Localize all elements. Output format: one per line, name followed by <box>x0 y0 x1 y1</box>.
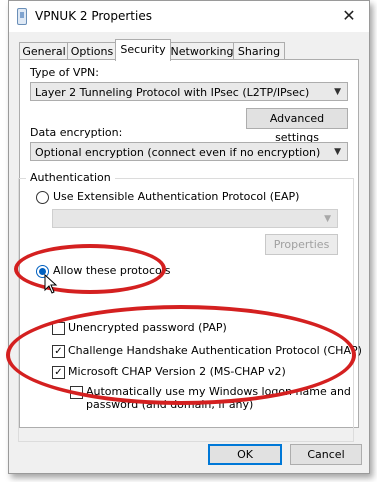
pap-checkbox[interactable] <box>52 322 65 335</box>
window-title: VPNUK 2 Properties <box>35 9 152 23</box>
eap-radio[interactable] <box>36 191 49 204</box>
autologon-label-line1[interactable]: Automatically use my Windows logon name … <box>86 385 351 398</box>
vpn-type-select[interactable]: Layer 2 Tunneling Protocol with IPsec (L… <box>30 82 348 101</box>
eap-select: ▼ <box>52 209 338 228</box>
tab-options[interactable]: Options <box>67 42 117 60</box>
tab-security[interactable]: Security <box>115 39 171 61</box>
tab-networking[interactable]: Networking <box>169 42 235 60</box>
ok-button[interactable]: OK <box>208 444 282 465</box>
chap-label[interactable]: Challenge Handshake Authentication Proto… <box>68 344 362 357</box>
tab-sharing[interactable]: Sharing <box>233 42 285 60</box>
pap-label[interactable]: Unencrypted password (PAP) <box>68 321 227 334</box>
tab-general[interactable]: General <box>19 42 69 60</box>
allow-protocols-label[interactable]: Allow these protocols <box>53 264 171 277</box>
authentication-group-title: Authentication <box>26 171 115 184</box>
chevron-down-icon: ▼ <box>324 214 331 224</box>
data-encryption-select[interactable]: Optional encryption (connect even if no … <box>30 142 348 161</box>
chevron-down-icon: ▼ <box>334 147 341 157</box>
vpn-type-label: Type of VPN: <box>30 66 99 79</box>
cancel-button[interactable]: Cancel <box>290 444 362 465</box>
autologon-label-line2[interactable]: password (and domain, if any) <box>86 398 253 411</box>
close-button[interactable]: ✕ <box>339 6 359 26</box>
eap-label[interactable]: Use Extensible Authentication Protocol (… <box>53 190 299 203</box>
data-encryption-value: Optional encryption (connect even if no … <box>35 146 321 159</box>
advanced-settings-button[interactable]: Advanced settings <box>246 108 348 144</box>
mschap-checkbox[interactable]: ✓ <box>52 366 65 379</box>
chap-checkbox[interactable]: ✓ <box>52 345 65 358</box>
vpn-type-value: Layer 2 Tunneling Protocol with IPsec (L… <box>35 86 310 99</box>
vpn-connection-icon <box>17 8 27 25</box>
mschap-label[interactable]: Microsoft CHAP Version 2 (MS-CHAP v2) <box>68 365 286 378</box>
autologon-checkbox[interactable] <box>70 386 83 399</box>
eap-properties-button: Properties <box>265 234 338 255</box>
title-bar[interactable]: VPNUK 2 Properties ✕ <box>9 1 369 32</box>
mouse-cursor-icon <box>44 274 58 294</box>
data-encryption-label: Data encryption: <box>30 126 123 139</box>
chevron-down-icon: ▼ <box>334 87 341 97</box>
